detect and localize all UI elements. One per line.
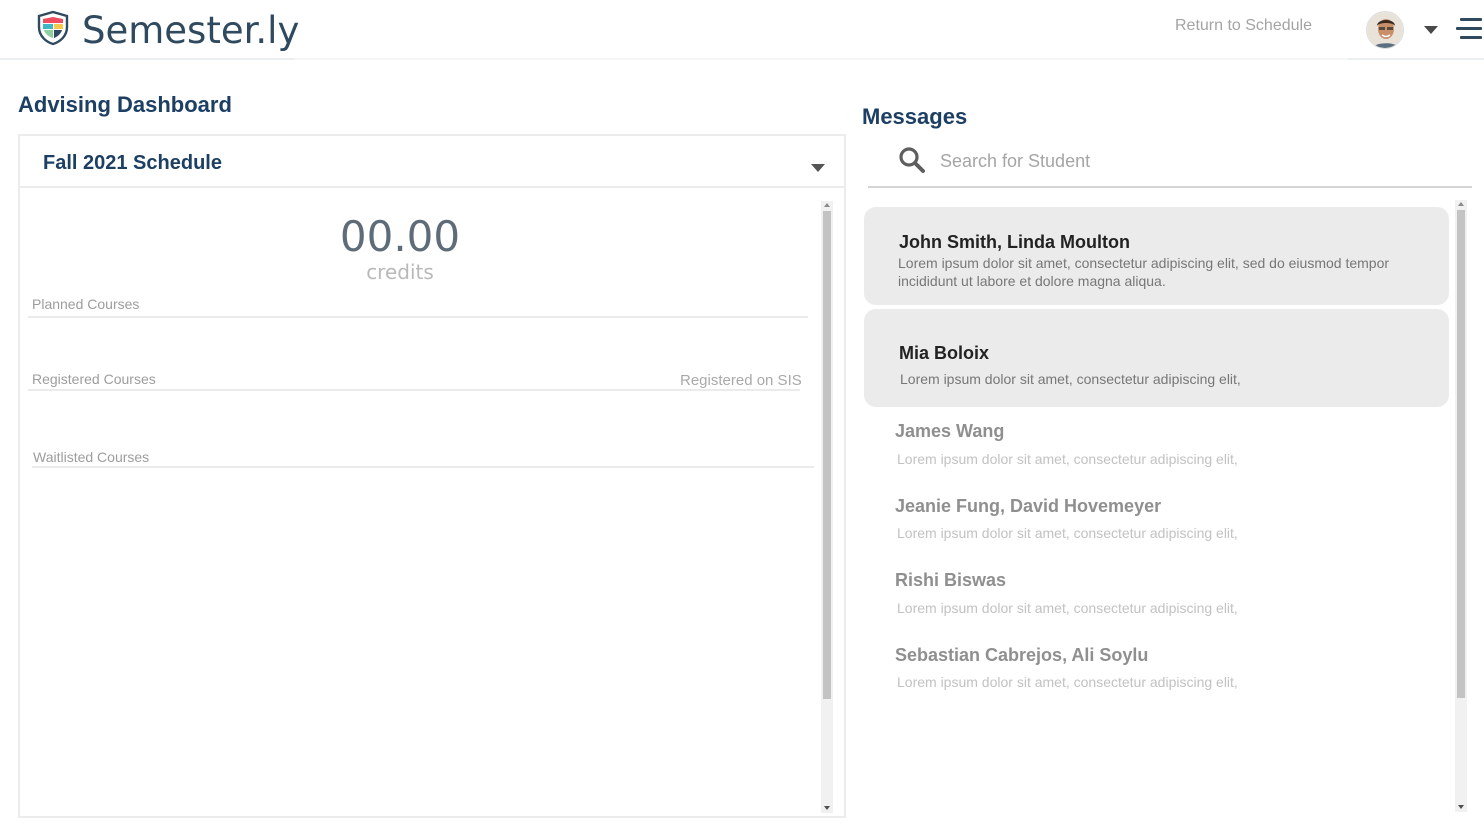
brand-name[interactable]: Semester.ly xyxy=(82,9,299,52)
scroll-up-arrow-icon[interactable] xyxy=(824,203,830,207)
message-thread[interactable]: James Wang Lorem ipsum dolor sit amet, c… xyxy=(864,413,1449,483)
semesterly-shield-logo-icon[interactable] xyxy=(36,10,70,46)
message-thread[interactable]: John Smith, Linda Moulton Lorem ipsum do… xyxy=(864,207,1449,305)
message-thread[interactable]: Jeanie Fung, David Hovemeyer Lorem ipsum… xyxy=(864,488,1449,558)
scroll-up-arrow-icon[interactable] xyxy=(1458,202,1464,206)
selected-schedule-label: Fall 2021 Schedule xyxy=(43,152,222,174)
student-search-bar xyxy=(868,140,1472,188)
divider xyxy=(32,466,814,468)
messages-scrollbar[interactable] xyxy=(1455,200,1467,812)
avatar-image xyxy=(1367,12,1403,48)
scroll-down-arrow-icon[interactable] xyxy=(1458,805,1464,809)
registered-on-sis-status: Registered on SIS xyxy=(680,372,802,389)
divider xyxy=(28,389,800,391)
hamburger-menu-icon[interactable] xyxy=(1456,16,1482,42)
account-dropdown-chevron-down-icon[interactable] xyxy=(1424,26,1438,34)
advising-dashboard-title: Advising Dashboard xyxy=(18,92,232,117)
chevron-down-icon[interactable] xyxy=(811,164,825,172)
user-avatar[interactable] xyxy=(1366,11,1404,49)
waitlisted-courses-label: Waitlisted Courses xyxy=(33,449,150,465)
thread-participants: Mia Boloix xyxy=(899,343,990,363)
message-thread[interactable]: Rishi Biswas Lorem ipsum dolor sit amet,… xyxy=(864,562,1449,632)
return-to-schedule-link[interactable]: Return to Schedule xyxy=(1175,17,1312,35)
thread-preview: Lorem ipsum dolor sit amet, consectetur … xyxy=(897,451,1238,467)
thread-preview: Lorem ipsum dolor sit amet, consectetur … xyxy=(897,525,1238,541)
thread-participants: Sebastian Cabrejos, Ali Soylu xyxy=(895,645,1149,665)
thread-participants: John Smith, Linda Moulton xyxy=(899,232,1130,252)
search-icon[interactable] xyxy=(898,146,926,174)
credits-value: 00.00 xyxy=(339,212,461,261)
credits-label: credits xyxy=(366,260,434,284)
schedule-selector-dropdown[interactable]: Fall 2021 Schedule xyxy=(20,136,844,188)
planned-courses-label: Planned Courses xyxy=(32,296,140,312)
thread-participants: Jeanie Fung, David Hovemeyer xyxy=(895,496,1162,516)
student-search-input[interactable] xyxy=(940,148,1440,174)
thread-preview: Lorem ipsum dolor sit amet, consectetur … xyxy=(898,255,1390,289)
thread-preview: Lorem ipsum dolor sit amet, consectetur … xyxy=(897,674,1238,690)
divider xyxy=(28,316,808,318)
messages-title: Messages xyxy=(862,104,968,129)
thread-preview: Lorem ipsum dolor sit amet, consectetur … xyxy=(897,600,1238,616)
thread-preview: Lorem ipsum dolor sit amet, consectetur … xyxy=(900,371,1241,387)
scrollbar-thumb[interactable] xyxy=(823,211,831,699)
top-navbar: Semester.ly Return to Schedule xyxy=(0,0,1484,60)
schedule-panel: Fall 2021 Schedule 00.00 credits Planned… xyxy=(18,134,846,818)
message-thread[interactable]: Mia Boloix Lorem ipsum dolor sit amet, c… xyxy=(864,309,1449,407)
message-thread[interactable]: Sebastian Cabrejos, Ali Soylu Lorem ipsu… xyxy=(864,637,1449,707)
scroll-down-arrow-icon[interactable] xyxy=(824,806,830,810)
thread-participants: Rishi Biswas xyxy=(895,570,1007,590)
thread-participants: James Wang xyxy=(895,421,1005,441)
scrollbar-thumb[interactable] xyxy=(1457,210,1465,698)
schedule-scrollbar[interactable] xyxy=(821,201,833,813)
registered-courses-label: Registered Courses xyxy=(32,371,156,387)
